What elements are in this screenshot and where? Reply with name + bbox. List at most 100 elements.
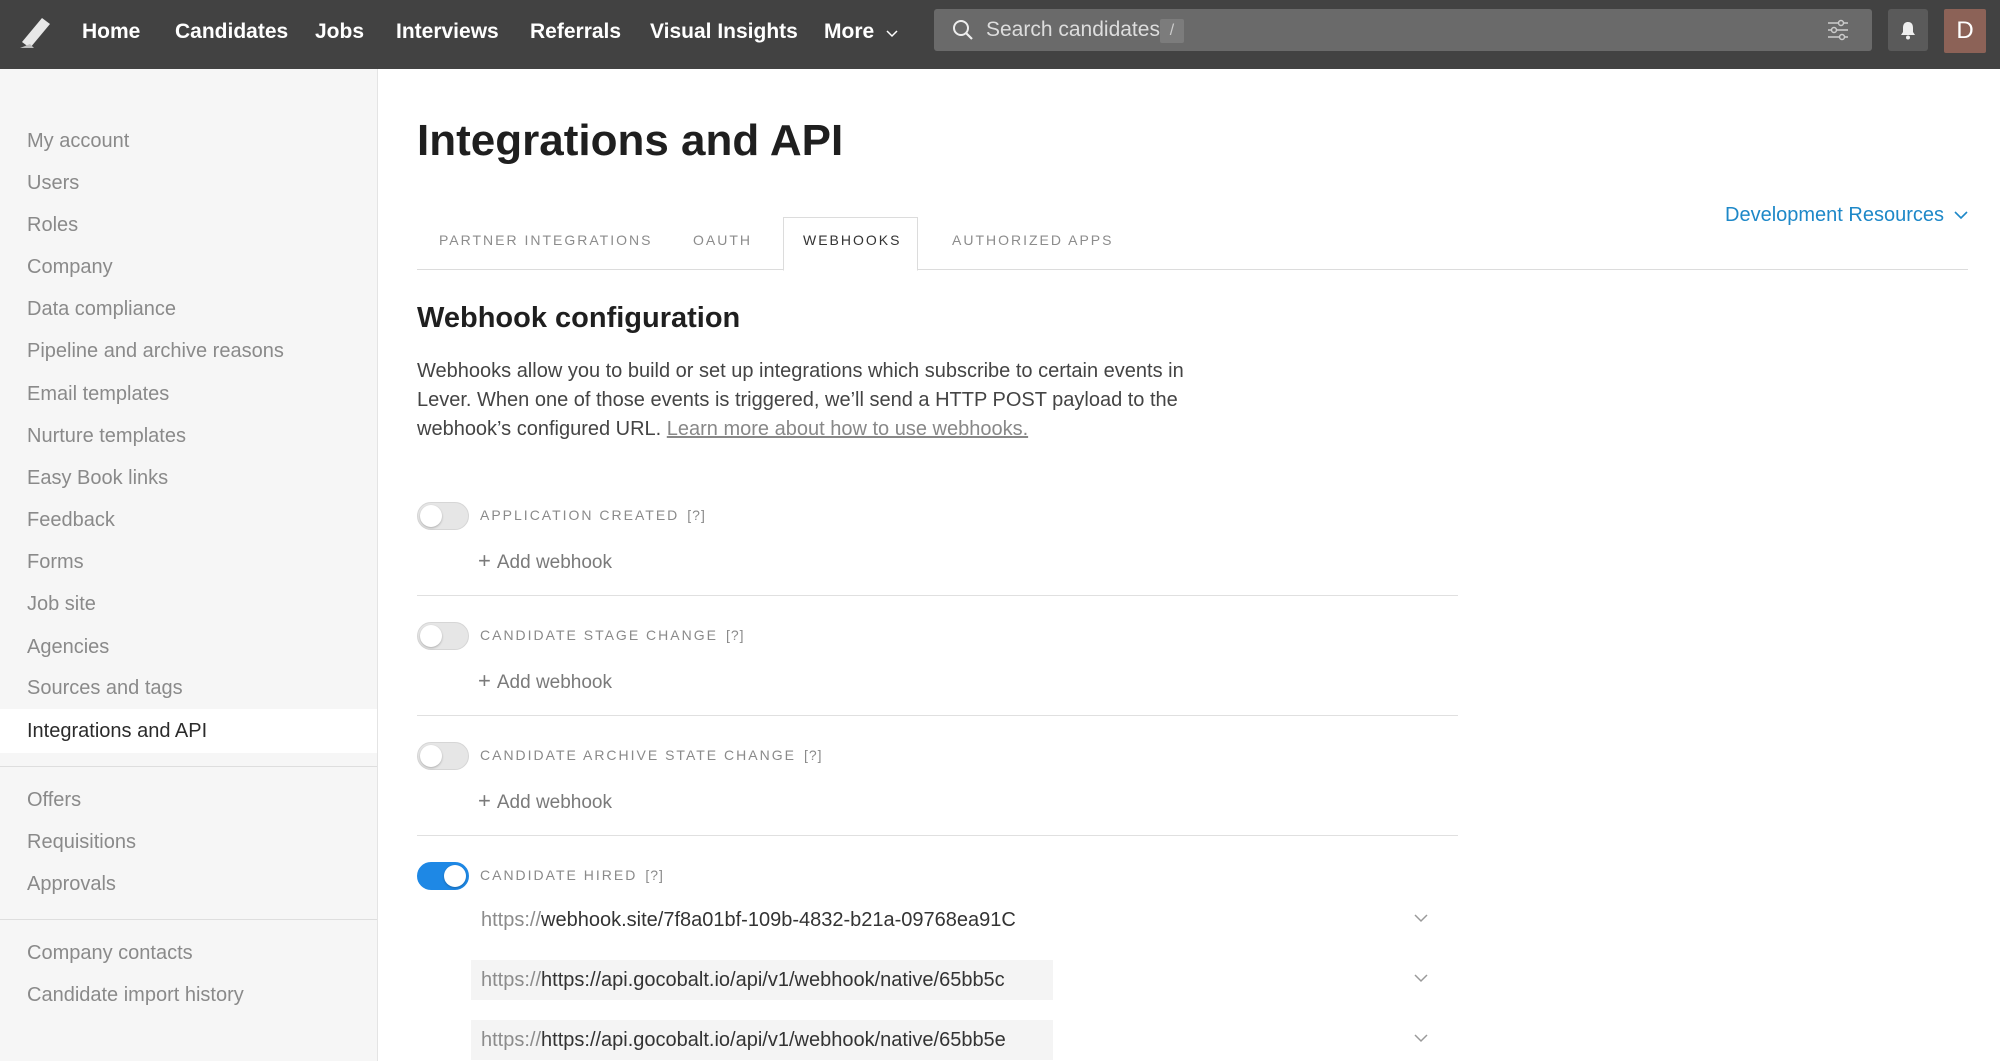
toggle-knob — [420, 505, 442, 527]
sidebar-item-approvals[interactable]: Approvals — [27, 867, 116, 901]
row-divider — [417, 595, 1458, 596]
chevron-down-icon — [886, 0, 898, 64]
help-marker[interactable]: [?] — [726, 627, 745, 643]
chevron-down-icon — [1954, 211, 1968, 220]
add-webhook-button[interactable]: + Add webhook — [478, 668, 612, 694]
search-icon — [952, 19, 974, 41]
plus-icon: + — [478, 548, 491, 573]
event-label-candidate-archive-state-change: CANDIDATE ARCHIVE STATE CHANGE [?] — [480, 747, 823, 763]
settings-sidebar: My account Users Roles Company Data comp… — [0, 69, 378, 1061]
chevron-down-icon[interactable] — [1414, 974, 1428, 983]
notifications-button[interactable] — [1888, 9, 1928, 51]
help-marker[interactable]: [?] — [645, 867, 664, 883]
event-name: CANDIDATE HIRED — [480, 867, 638, 883]
webhooks-description: Webhooks allow you to build or set up in… — [417, 357, 1217, 444]
add-webhook-label: Add webhook — [496, 672, 613, 693]
candidate-archive-state-change-toggle[interactable] — [417, 742, 469, 770]
sidebar-item-easy-book-links[interactable]: Easy Book links — [27, 461, 168, 495]
url-value: https://api.gocobalt.io/api/v1/webhook/n… — [541, 969, 1005, 991]
bell-icon — [1901, 22, 1915, 40]
sidebar-item-users[interactable]: Users — [27, 166, 79, 200]
section-title: Webhook configuration — [417, 302, 741, 334]
sidebar-item-my-account[interactable]: My account — [27, 124, 129, 158]
webhook-url-field[interactable]: https://webhook.site/7f8a01bf-109b-4832-… — [471, 900, 1053, 940]
sidebar-item-forms[interactable]: Forms — [27, 545, 84, 579]
toggle-knob — [444, 865, 466, 887]
sidebar-item-company[interactable]: Company — [27, 250, 113, 284]
url-value: webhook.site/7f8a01bf-109b-4832-b21a-097… — [541, 909, 1016, 931]
url-prefix: https:// — [481, 909, 542, 931]
sidebar-item-candidate-import-history[interactable]: Candidate import history — [27, 978, 244, 1012]
search-input[interactable] — [986, 9, 1766, 51]
sidebar-item-feedback[interactable]: Feedback — [27, 503, 115, 537]
toggle-knob — [420, 745, 442, 767]
row-divider — [417, 835, 1458, 836]
add-webhook-button[interactable]: + Add webhook — [478, 548, 612, 574]
event-label-application-created: APPLICATION CREATED [?] — [480, 507, 706, 523]
tab-oauth[interactable]: OAUTH — [693, 232, 752, 270]
tab-partner-integrations[interactable]: PARTNER INTEGRATIONS — [439, 232, 652, 270]
sidebar-item-requisitions[interactable]: Requisitions — [27, 825, 136, 859]
event-name: CANDIDATE STAGE CHANGE — [480, 627, 718, 643]
url-prefix: https:// — [481, 969, 542, 991]
plus-icon: + — [478, 668, 491, 693]
nav-home[interactable]: Home — [82, 0, 140, 64]
event-name: APPLICATION CREATED — [480, 507, 680, 523]
sidebar-item-job-site[interactable]: Job site — [27, 587, 96, 621]
search-bar[interactable]: / — [934, 9, 1872, 51]
sidebar-item-sources-and-tags[interactable]: Sources and tags — [27, 671, 183, 705]
application-created-toggle[interactable] — [417, 502, 469, 530]
development-resources-label: Development Resources — [1725, 204, 1944, 226]
help-marker[interactable]: [?] — [804, 747, 823, 763]
sidebar-divider — [0, 766, 377, 767]
candidate-stage-change-toggle[interactable] — [417, 622, 469, 650]
nav-referrals[interactable]: Referrals — [530, 0, 621, 64]
learn-more-link[interactable]: Learn more about how to use webhooks. — [667, 418, 1028, 440]
sidebar-item-data-compliance[interactable]: Data compliance — [27, 292, 176, 326]
add-webhook-label: Add webhook — [496, 552, 613, 573]
toggle-knob — [420, 625, 442, 647]
chevron-down-icon[interactable] — [1414, 1034, 1428, 1043]
lever-logo-icon[interactable] — [16, 12, 56, 52]
sidebar-item-email-templates[interactable]: Email templates — [27, 377, 169, 411]
user-avatar[interactable]: D — [1944, 9, 1986, 53]
sidebar-item-offers[interactable]: Offers — [27, 783, 81, 817]
webhook-url-field[interactable]: https://https://api.gocobalt.io/api/v1/w… — [471, 1020, 1053, 1060]
webhook-url-field[interactable]: https://https://api.gocobalt.io/api/v1/w… — [471, 960, 1053, 1000]
webhook-url-row: https://webhook.site/7f8a01bf-109b-4832-… — [471, 900, 1451, 940]
candidate-hired-toggle[interactable] — [417, 862, 469, 890]
plus-icon: + — [478, 788, 491, 813]
event-label-candidate-stage-change: CANDIDATE STAGE CHANGE [?] — [480, 627, 745, 643]
url-value: https://api.gocobalt.io/api/v1/webhook/n… — [541, 1029, 1006, 1051]
sidebar-item-company-contacts[interactable]: Company contacts — [27, 936, 193, 970]
filter-sliders-icon[interactable] — [1826, 19, 1850, 41]
top-nav-bar: Home Candidates Jobs Interviews Referral… — [0, 0, 2000, 69]
chevron-down-icon[interactable] — [1414, 914, 1428, 923]
sidebar-item-agencies[interactable]: Agencies — [27, 630, 109, 664]
add-webhook-button[interactable]: + Add webhook — [478, 788, 612, 814]
sidebar-item-roles[interactable]: Roles — [27, 208, 78, 242]
url-prefix: https:// — [481, 1029, 542, 1051]
nav-candidates[interactable]: Candidates — [175, 0, 288, 64]
nav-jobs[interactable]: Jobs — [315, 0, 364, 64]
event-name: CANDIDATE ARCHIVE STATE CHANGE — [480, 747, 796, 763]
nav-interviews[interactable]: Interviews — [396, 0, 499, 64]
page-title: Integrations and API — [417, 116, 844, 165]
nav-more-label: More — [824, 20, 875, 43]
row-divider — [417, 715, 1458, 716]
sidebar-divider — [0, 919, 377, 920]
sidebar-item-nurture-templates[interactable]: Nurture templates — [27, 419, 186, 453]
nav-visual-insights[interactable]: Visual Insights — [650, 0, 798, 64]
sidebar-item-integrations-and-api[interactable]: Integrations and API — [27, 714, 207, 748]
sidebar-item-pipeline-archive-reasons[interactable]: Pipeline and archive reasons — [27, 334, 284, 368]
webhook-url-row: https://https://api.gocobalt.io/api/v1/w… — [471, 960, 1451, 1000]
tab-authorized-apps[interactable]: AUTHORIZED APPS — [952, 232, 1113, 270]
add-webhook-label: Add webhook — [496, 792, 613, 813]
development-resources-dropdown[interactable]: Development Resources — [1725, 204, 1968, 227]
help-marker[interactable]: [?] — [687, 507, 706, 523]
event-label-candidate-hired: CANDIDATE HIRED [?] — [480, 867, 664, 883]
search-shortcut-hint: / — [1160, 19, 1184, 43]
webhook-url-row: https://https://api.gocobalt.io/api/v1/w… — [471, 1020, 1451, 1060]
tab-webhooks[interactable]: WEBHOOKS — [803, 232, 901, 270]
nav-more[interactable]: More — [824, 0, 898, 64]
